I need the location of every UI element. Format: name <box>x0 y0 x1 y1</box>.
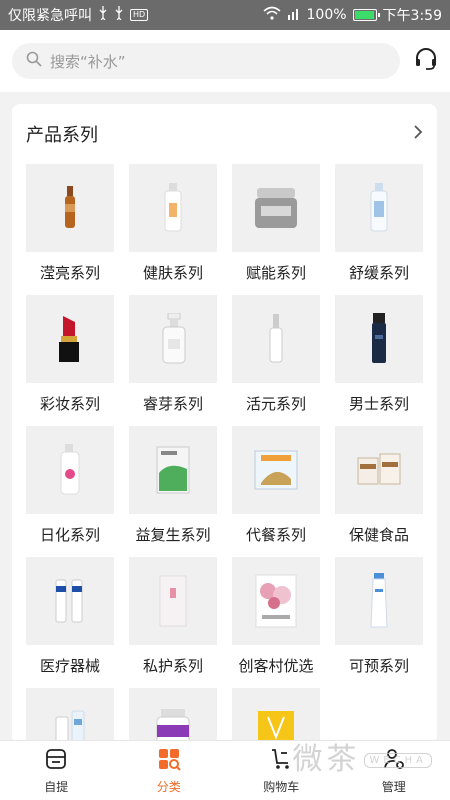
wifi-icon <box>262 6 281 24</box>
customer-service-button[interactable] <box>414 48 438 74</box>
category-label: 赋能系列 <box>245 264 306 282</box>
tab-pickup[interactable]: 自提 <box>0 741 113 800</box>
category-icon <box>157 747 181 774</box>
tab-cart[interactable]: 购物车 <box>225 741 338 800</box>
category-label: 健肤系列 <box>142 264 203 282</box>
category-label: 可预系列 <box>348 657 409 675</box>
bottom-tab-bar: 自提 分类 购物车 管理 <box>0 740 450 800</box>
category-grid: 滢亮系列 健肤系列 赋能系列 舒缓系列 彩妆系列 睿芽系列 活元系列 男士系列 … <box>26 164 423 744</box>
category-label: 男士系列 <box>348 395 409 413</box>
chevron-right-icon <box>413 124 423 144</box>
category-item[interactable]: 创客村优选 <box>232 557 320 688</box>
category-item[interactable]: 男士系列 <box>335 295 423 426</box>
signal-icon <box>287 6 301 24</box>
yellow-bag-icon <box>232 688 320 744</box>
category-label: 创客村优选 <box>238 657 314 675</box>
battery-icon <box>352 9 380 21</box>
carrier-text: 仅限紧急呼叫 <box>8 8 92 24</box>
supplement-boxes-icon <box>335 426 423 514</box>
category-item[interactable]: 医疗器械 <box>26 557 114 688</box>
jar-silver-icon <box>232 164 320 252</box>
category-item[interactable]: 活元系列 <box>232 295 320 426</box>
category-label: 日化系列 <box>39 526 100 544</box>
category-header[interactable]: 产品系列 <box>12 104 437 164</box>
tab-category[interactable]: 分类 <box>113 741 226 800</box>
tab-label: 购物车 <box>263 779 300 794</box>
category-item[interactable]: 赋能系列 <box>232 164 320 295</box>
category-card: 产品系列 滢亮系列 健肤系列 赋能系列 舒缓系列 彩妆系列 睿芽系列 活元系列 … <box>12 104 437 744</box>
tab-label: 分类 <box>156 779 181 794</box>
pill-jar-icon <box>129 688 217 744</box>
lipstick-icon <box>26 295 114 383</box>
category-label: 医疗器械 <box>39 657 100 675</box>
store-icon <box>44 747 68 774</box>
category-item[interactable] <box>232 688 320 744</box>
category-item[interactable] <box>26 688 114 744</box>
category-label: 彩妆系列 <box>39 395 100 413</box>
category-item[interactable]: 睿芽系列 <box>129 295 217 426</box>
usb-icon <box>98 6 108 24</box>
ampoule-icon <box>26 164 114 252</box>
top-header: 搜索“补水” <box>0 30 450 92</box>
clock: 下午3:59 <box>382 8 442 24</box>
manage-icon <box>382 747 406 774</box>
category-title: 产品系列 <box>26 125 98 146</box>
bottles-blue-icon <box>26 688 114 744</box>
tab-label: 管理 <box>381 779 406 794</box>
green-box-icon <box>129 426 217 514</box>
bottle-white-icon <box>129 164 217 252</box>
category-label: 益复生系列 <box>135 526 211 544</box>
category-item[interactable]: 代餐系列 <box>232 426 320 557</box>
tube-blue-icon <box>335 557 423 645</box>
category-label: 私护系列 <box>142 657 203 675</box>
cart-icon <box>269 747 293 774</box>
category-item[interactable]: 日化系列 <box>26 426 114 557</box>
pump-bottle-icon <box>129 295 217 383</box>
category-label: 舒缓系列 <box>348 264 409 282</box>
category-item[interactable]: 益复生系列 <box>129 426 217 557</box>
category-item[interactable]: 滢亮系列 <box>26 164 114 295</box>
category-item[interactable]: 舒缓系列 <box>335 164 423 295</box>
floral-pack-icon <box>232 557 320 645</box>
category-label: 保健食品 <box>348 526 409 544</box>
bottle-blue-icon <box>335 164 423 252</box>
dropper-bottle-icon <box>232 295 320 383</box>
category-label: 睿芽系列 <box>142 395 203 413</box>
tab-label: 自提 <box>44 779 69 794</box>
category-item[interactable]: 私护系列 <box>129 557 217 688</box>
category-item[interactable] <box>129 688 217 744</box>
battery-percent: 100% <box>306 7 347 23</box>
category-label: 滢亮系列 <box>39 264 100 282</box>
spray-bottle-icon <box>26 426 114 514</box>
category-label: 代餐系列 <box>245 526 306 544</box>
category-item[interactable]: 保健食品 <box>335 426 423 557</box>
bottle-navy-icon <box>335 295 423 383</box>
meal-box-icon <box>232 426 320 514</box>
search-placeholder: 搜索“补水” <box>50 52 126 71</box>
tubes-icon <box>26 557 114 645</box>
pink-package-icon <box>129 557 217 645</box>
search-icon <box>26 51 42 71</box>
search-input[interactable]: 搜索“补水” <box>12 43 400 79</box>
category-item[interactable]: 彩妆系列 <box>26 295 114 426</box>
category-item[interactable]: 健肤系列 <box>129 164 217 295</box>
usb-icon-2 <box>114 6 124 24</box>
status-bar: 仅限紧急呼叫 HD 100% 下午3:59 <box>0 0 450 30</box>
tab-manage[interactable]: 管理 <box>338 741 450 800</box>
category-label: 活元系列 <box>245 395 306 413</box>
category-item[interactable]: 可预系列 <box>335 557 423 688</box>
hd-icon: HD <box>130 9 149 21</box>
headset-icon <box>414 47 438 75</box>
